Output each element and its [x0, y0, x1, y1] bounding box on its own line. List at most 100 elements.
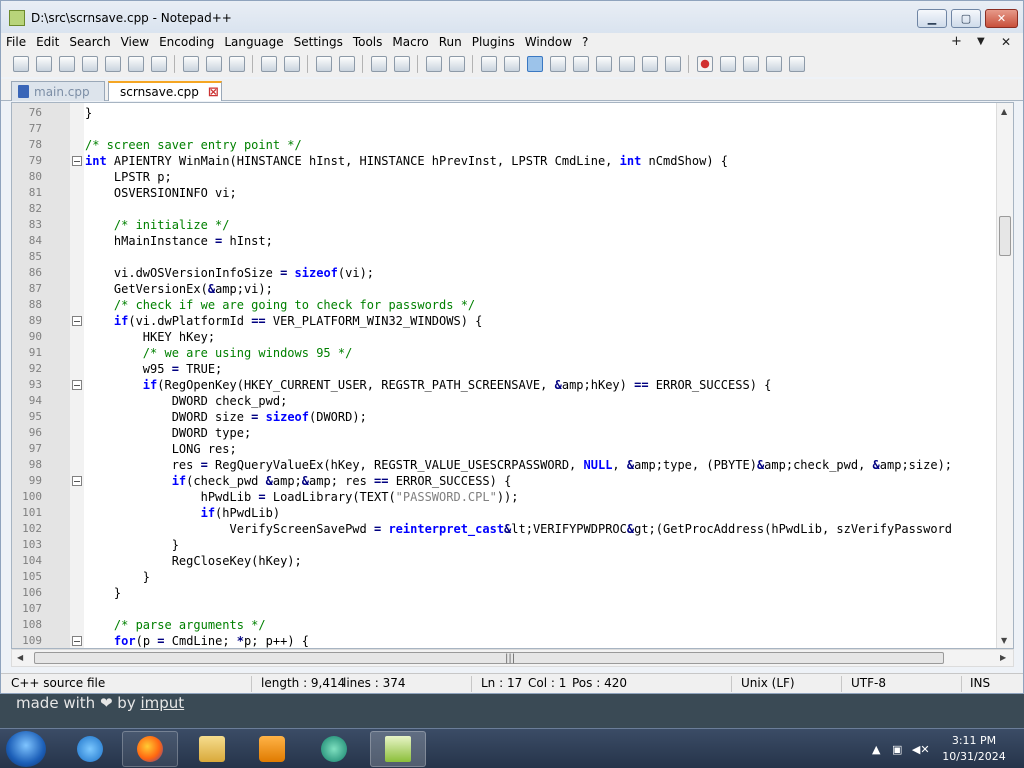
- scroll-down-arrow-icon[interactable]: ▼: [1001, 636, 1007, 645]
- fold-toggle-icon[interactable]: [72, 636, 82, 646]
- paste-icon[interactable]: [229, 56, 245, 72]
- language-lexer-icon[interactable]: [550, 56, 566, 72]
- document-map-icon[interactable]: [573, 56, 589, 72]
- replace-icon[interactable]: [339, 56, 355, 72]
- code-line[interactable]: 79 int APIENTRY WinMain(HINSTANCE hInst, …: [12, 153, 997, 169]
- code-line[interactable]: 104 RegCloseKey(hKey);: [12, 553, 997, 569]
- code-line[interactable]: 81 OSVERSIONINFO vi;: [12, 185, 997, 201]
- menu-view[interactable]: View: [116, 33, 154, 51]
- menu-search[interactable]: Search: [64, 33, 115, 51]
- code-line[interactable]: 98 res = RegQueryValueEx(hKey, REGSTR_VA…: [12, 457, 997, 473]
- macro-stop-icon[interactable]: [720, 56, 736, 72]
- title-bar[interactable]: D:\src\scrnsave.cpp - Notepad++ ▁ ▢ ✕: [1, 1, 1023, 34]
- close-all-icon[interactable]: [128, 56, 144, 72]
- menu-file[interactable]: File: [1, 33, 31, 51]
- code-line[interactable]: 108 /* parse arguments */: [12, 617, 997, 633]
- save-icon[interactable]: [59, 56, 75, 72]
- scroll-right-arrow-icon[interactable]: ▶: [1000, 653, 1006, 662]
- code-line[interactable]: 107: [12, 601, 997, 617]
- vertical-scrollbar[interactable]: ▲ ▼: [996, 103, 1013, 648]
- imput-link[interactable]: imput: [140, 694, 184, 712]
- sync-horizontal-icon[interactable]: [449, 56, 465, 72]
- code-line[interactable]: 100 hPwdLib = LoadLibrary(TEXT("PASSWORD…: [12, 489, 997, 505]
- media-player-icon[interactable]: [244, 731, 300, 767]
- menu-macro[interactable]: Macro: [387, 33, 433, 51]
- status-eol[interactable]: Unix (LF): [741, 676, 795, 690]
- close-tab-icon[interactable]: ⊠: [208, 85, 219, 100]
- redo-icon[interactable]: [284, 56, 300, 72]
- print-icon[interactable]: [151, 56, 167, 72]
- undo-icon[interactable]: [261, 56, 277, 72]
- volume-muted-icon[interactable]: ◀✕: [912, 743, 930, 756]
- scroll-up-arrow-icon[interactable]: ▲: [1001, 107, 1007, 116]
- code-editor[interactable]: 76} 77 78/* screen saver entry point */79 i…: [11, 102, 1014, 649]
- code-line[interactable]: 90 HKEY hKey;: [12, 329, 997, 345]
- menu-tools[interactable]: Tools: [348, 33, 388, 51]
- word-wrap-icon[interactable]: [481, 56, 497, 72]
- media-center-icon[interactable]: [306, 731, 362, 767]
- network-icon[interactable]: ▣: [892, 743, 902, 756]
- minimize-button[interactable]: ▁: [917, 9, 947, 28]
- menu-edit[interactable]: Edit: [31, 33, 64, 51]
- sync-vertical-icon[interactable]: [426, 56, 442, 72]
- code-line[interactable]: 76}: [12, 105, 997, 121]
- status-encoding[interactable]: UTF-8: [851, 676, 886, 690]
- code-line[interactable]: 97 LONG res;: [12, 441, 997, 457]
- code-line[interactable]: 103 }: [12, 537, 997, 553]
- code-line[interactable]: 88 /* check if we are going to check for…: [12, 297, 997, 313]
- open-file-icon[interactable]: [36, 56, 52, 72]
- macro-play-icon[interactable]: [743, 56, 759, 72]
- code-line[interactable]: 101 if(hPwdLib): [12, 505, 997, 521]
- code-line[interactable]: 91 /* we are using windows 95 */: [12, 345, 997, 361]
- close-document-icon[interactable]: ✕: [1001, 33, 1011, 51]
- code-line[interactable]: 87 GetVersionEx(&amp;vi);: [12, 281, 997, 297]
- indent-guide-icon[interactable]: [527, 56, 543, 72]
- show-hidden-icons-icon[interactable]: ▲: [872, 743, 880, 756]
- close-button[interactable]: ✕: [985, 9, 1018, 28]
- status-insert-mode[interactable]: INS: [970, 676, 990, 690]
- macro-run-multiple-icon[interactable]: [766, 56, 782, 72]
- code-line[interactable]: 92 w95 = TRUE;: [12, 361, 997, 377]
- menu-encoding[interactable]: Encoding: [154, 33, 219, 51]
- code-line[interactable]: 80 LPSTR p;: [12, 169, 997, 185]
- find-icon[interactable]: [316, 56, 332, 72]
- horizontal-scroll-thumb[interactable]: |||: [34, 652, 944, 664]
- code-line[interactable]: 84 hMainInstance = hInst;: [12, 233, 997, 249]
- code-line[interactable]: 94 DWORD check_pwd;: [12, 393, 997, 409]
- fold-toggle-icon[interactable]: [72, 476, 82, 486]
- horizontal-scrollbar[interactable]: ◀ ||| ▶: [11, 649, 1014, 667]
- menu-help[interactable]: ?: [577, 33, 593, 51]
- folder-as-workspace-icon[interactable]: [642, 56, 658, 72]
- save-all-icon[interactable]: [82, 56, 98, 72]
- code-line[interactable]: 96 DWORD type;: [12, 425, 997, 441]
- firefox-icon[interactable]: [122, 731, 178, 767]
- document-list-icon[interactable]: [596, 56, 612, 72]
- internet-explorer-icon[interactable]: [62, 731, 118, 767]
- macro-save-icon[interactable]: [789, 56, 805, 72]
- code-line[interactable]: 86 vi.dwOSVersionInfoSize = sizeof(vi);: [12, 265, 997, 281]
- start-button-windows-icon[interactable]: [6, 731, 46, 767]
- system-tray[interactable]: ▲ ▣ ◀✕: [872, 743, 930, 756]
- code-line[interactable]: 102 VerifyScreenSavePwd = reinterpret_ca…: [12, 521, 997, 537]
- tab-scrnsave-cpp[interactable]: scrnsave.cpp ⊠: [108, 81, 222, 101]
- scroll-left-arrow-icon[interactable]: ◀: [17, 653, 23, 662]
- code-line[interactable]: 83 /* initialize */: [12, 217, 997, 233]
- close-file-icon[interactable]: [105, 56, 121, 72]
- code-line[interactable]: 89 if(vi.dwPlatformId == VER_PLATFORM_WI…: [12, 313, 997, 329]
- code-line[interactable]: 78 /* screen saver entry point */: [12, 137, 997, 153]
- macro-record-icon[interactable]: [697, 56, 713, 72]
- code-line[interactable]: 109 for(p = CmdLine; *p; p++) {: [12, 633, 997, 649]
- vertical-scroll-thumb[interactable]: [999, 216, 1011, 256]
- code-line[interactable]: 95 DWORD size = sizeof(DWORD);: [12, 409, 997, 425]
- code-line[interactable]: 106 }: [12, 585, 997, 601]
- monitoring-eye-icon[interactable]: [665, 56, 681, 72]
- menu-plugins[interactable]: Plugins: [467, 33, 520, 51]
- menu-run[interactable]: Run: [434, 33, 467, 51]
- copy-icon[interactable]: [206, 56, 222, 72]
- file-explorer-icon[interactable]: [184, 731, 240, 767]
- menu-settings[interactable]: Settings: [289, 33, 348, 51]
- code-line[interactable]: 93 if(RegOpenKey(HKEY_CURRENT_USER, REGS…: [12, 377, 997, 393]
- fold-toggle-icon[interactable]: [72, 156, 82, 166]
- code-line[interactable]: 99 if(check_pwd &amp;&amp; res == ERROR_…: [12, 473, 997, 489]
- code-line[interactable]: 85: [12, 249, 997, 265]
